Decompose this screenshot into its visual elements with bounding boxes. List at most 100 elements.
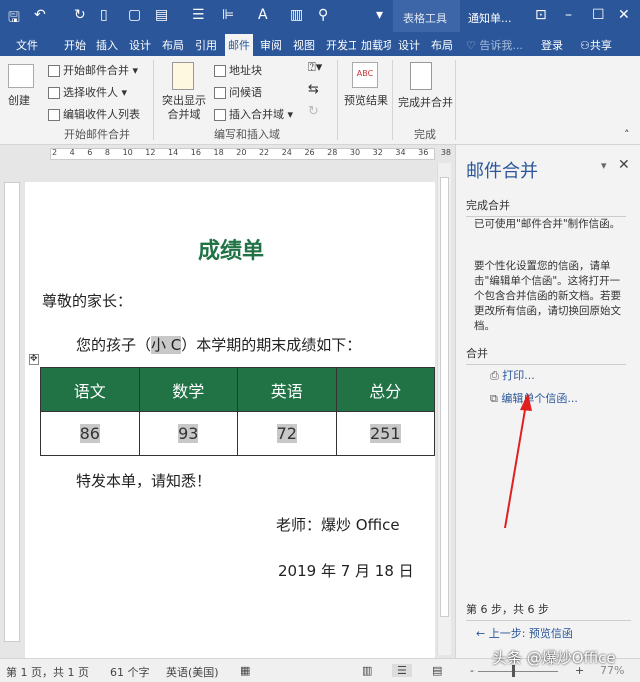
header-math: 数学 xyxy=(138,367,238,412)
tab-addins[interactable]: 加载项 xyxy=(361,37,391,53)
print-preview-icon[interactable]: ▯ xyxy=(100,7,108,23)
print-layout-icon[interactable]: ☰ xyxy=(392,664,412,677)
vertical-scrollbar[interactable] xyxy=(437,163,451,655)
greeting-label: 问候语 xyxy=(229,86,262,99)
save-icon[interactable]: 🖫 xyxy=(8,7,20,31)
pane-title: 邮件合并 xyxy=(466,161,538,182)
share-label: 共享 xyxy=(589,39,612,52)
mail-merge-pane: 邮件合并 ▾ ✕ 完成合并 已可使用"邮件合并"制作信函。 要个性化设置您的信函… xyxy=(455,145,640,658)
horizontal-ruler[interactable]: 2 4 6 8 10 12 14 16 18 20 22 24 26 28 30… xyxy=(0,145,455,163)
align-icon[interactable]: ⊫ xyxy=(222,7,234,23)
insert-field-button[interactable]: 插入合并域 ▾ xyxy=(214,106,293,122)
tab-design[interactable]: 设计 xyxy=(129,37,151,53)
finish-merge-button[interactable]: 完成并合并 xyxy=(398,94,453,110)
address-label: 地址块 xyxy=(229,64,262,77)
redo-icon[interactable]: ↻ xyxy=(74,7,86,23)
group-label-finish: 完成 xyxy=(414,128,436,141)
doc-icon xyxy=(48,65,60,77)
layout-icon[interactable]: ☰ xyxy=(192,7,205,23)
tab-file[interactable]: 文件 xyxy=(16,37,38,53)
pane-close-icon[interactable]: ✕ xyxy=(618,157,630,173)
tab-layout[interactable]: 布局 xyxy=(162,37,184,53)
ribbon: 创建 开始邮件合并 ▾ 选择收件人 ▾ 编辑收件人列表 开始邮件合并 突出显示合… xyxy=(0,56,640,145)
envelope-icon xyxy=(8,64,34,88)
tab-review[interactable]: 审阅 xyxy=(260,37,282,53)
maximize-icon[interactable]: ☐ xyxy=(592,7,605,23)
rules-icon[interactable]: ⍰▾ xyxy=(308,60,322,75)
preview-results-button[interactable]: 预览结果 xyxy=(344,92,388,108)
columns-icon[interactable]: ▥ xyxy=(290,7,303,23)
pane-options-icon[interactable]: ▾ xyxy=(601,159,607,172)
language[interactable]: 英语(美国) xyxy=(166,664,219,680)
greeting-text: 尊敬的家长： xyxy=(42,292,133,310)
pane-text-1: 已可使用"邮件合并"制作信函。 xyxy=(474,218,621,230)
greeting-icon xyxy=(214,87,226,99)
tab-developer[interactable]: 开发工 xyxy=(326,37,356,53)
scroll-thumb[interactable] xyxy=(440,177,449,617)
tab-references[interactable]: 引用 xyxy=(195,37,217,53)
edit-list-icon xyxy=(48,109,60,121)
lightbulb-icon: ♡ xyxy=(466,39,480,52)
tab-table-layout[interactable]: 布局 xyxy=(431,37,453,53)
score-chinese: 86 xyxy=(79,424,100,443)
address-block-button[interactable]: 地址块 xyxy=(214,62,262,78)
new-icon[interactable]: ▢ xyxy=(128,7,141,23)
score-total: 251 xyxy=(369,424,401,443)
insert-field-icon xyxy=(214,109,226,121)
document-title: 通知单... xyxy=(468,12,512,25)
zoom-slider[interactable] xyxy=(478,671,558,672)
address-icon xyxy=(214,65,226,77)
merge-field-name: 小 C xyxy=(151,336,182,354)
tab-mailings[interactable]: 邮件 xyxy=(225,34,253,56)
zoom-out-button[interactable]: - xyxy=(470,664,474,677)
read-mode-icon[interactable]: ▥ xyxy=(362,664,372,677)
start-merge-button[interactable]: 开始邮件合并 ▾ xyxy=(48,62,138,78)
share-button[interactable]: ⚇共享 xyxy=(580,37,612,53)
previous-step-link[interactable]: ← 上一步: 预览信函 xyxy=(476,625,573,641)
page-count[interactable]: 第 1 页，共 1 页 xyxy=(6,664,89,680)
tab-view[interactable]: 视图 xyxy=(293,37,315,53)
greeting-line-button[interactable]: 问候语 xyxy=(214,84,262,100)
tell-me-box[interactable]: ♡ 告诉我... xyxy=(466,37,523,53)
paste-icon[interactable]: ▤ xyxy=(155,7,168,23)
arrow-left-icon: ← xyxy=(476,627,489,640)
table-move-handle-icon[interactable]: ✥ xyxy=(29,354,39,365)
score-table: 语文 数学 英语 总分 86 93 72 251 xyxy=(40,367,435,456)
word-count[interactable]: 61 个字 xyxy=(110,664,150,680)
recipients-icon xyxy=(48,87,60,99)
ribbon-display-icon[interactable]: ⊡ xyxy=(535,7,547,23)
title-bar: 🖫 ↶ ↻ ▯ ▢ ▤ ☰ ⊫ A ▥ ⚲ ▾ 表格工具 通知单... ⊡ – … xyxy=(0,0,640,56)
section-complete-merge: 完成合并 xyxy=(466,197,626,217)
start-merge-label: 开始邮件合并 xyxy=(63,64,129,77)
edit-list-button[interactable]: 编辑收件人列表 xyxy=(48,106,140,122)
minimize-icon[interactable]: – xyxy=(565,7,572,23)
customize-icon[interactable]: ▾ xyxy=(376,7,383,23)
teacher-signature: 老师：爆炒 Office xyxy=(276,516,400,534)
header-english: 英语 xyxy=(237,367,337,412)
macro-icon[interactable]: ▦ xyxy=(240,664,250,677)
select-recipients-label: 选择收件人 xyxy=(63,86,118,99)
font-color-icon[interactable]: A xyxy=(258,7,268,23)
select-recipients-button[interactable]: 选择收件人 ▾ xyxy=(48,84,127,100)
tab-home[interactable]: 开始 xyxy=(64,37,86,53)
web-layout-icon[interactable]: ▤ xyxy=(432,664,442,677)
intro-paragraph: 您的孩子（小 C）本学期的期末成绩如下： xyxy=(76,334,361,355)
find-icon[interactable]: ⚲ xyxy=(318,7,328,23)
insert-field-label: 插入合并域 xyxy=(229,108,284,121)
create-button[interactable]: 创建 xyxy=(8,92,30,108)
step-indicator: 第 6 步，共 6 步 xyxy=(466,601,631,621)
tab-insert[interactable]: 插入 xyxy=(96,37,118,53)
undo-icon[interactable]: ↶ xyxy=(34,7,46,23)
print-link[interactable]: ⎙ 打印... xyxy=(490,367,535,383)
ribbon-tabs: 文件 开始 插入 设计 布局 引用 邮件 审阅 视图 开发工 加载项 设计 布局… xyxy=(0,32,640,56)
tab-table-design[interactable]: 设计 xyxy=(398,37,420,53)
date-text: 2019 年 7 月 18 日 xyxy=(278,562,414,580)
sign-in-link[interactable]: 登录 xyxy=(541,37,563,53)
match-fields-icon[interactable]: ⇆ xyxy=(308,82,319,97)
vertical-ruler[interactable] xyxy=(4,182,20,642)
highlight-fields-button[interactable]: 突出显示合并域 xyxy=(160,94,208,122)
close-icon[interactable]: ✕ xyxy=(618,7,630,23)
group-label-start: 开始邮件合并 xyxy=(64,128,130,141)
collapse-ribbon-icon[interactable]: ˄ xyxy=(624,128,630,141)
finish-merge-icon xyxy=(410,62,432,90)
